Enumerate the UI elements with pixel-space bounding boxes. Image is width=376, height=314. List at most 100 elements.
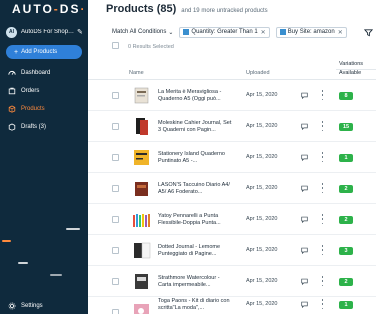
note-icon[interactable]: [301, 154, 308, 161]
product-thumbnail[interactable]: [131, 240, 152, 261]
sidebar-item-products[interactable]: Products: [0, 102, 88, 116]
uploaded-date: Apr 15, 2020: [246, 92, 278, 98]
autods-logo[interactable]: AUTO-DS·: [12, 2, 86, 16]
more-options-icon[interactable]: [321, 245, 324, 255]
filter-chip-buy-site[interactable]: Buy Site: amazon ✕: [275, 26, 347, 38]
column-name[interactable]: Name: [129, 70, 144, 76]
row-checkbox[interactable]: [112, 247, 119, 254]
close-icon[interactable]: ✕: [338, 29, 343, 36]
selected-count: 0 Results Selected: [128, 44, 174, 50]
sidebar: AUTO-DS· AI AutoDS For Shopif... ✎ + Add…: [0, 0, 88, 314]
product-title[interactable]: LASON'S Taccuino Diario A4/ A5/ A6 Foder…: [158, 182, 234, 196]
edit-store-icon[interactable]: ✎: [77, 28, 83, 36]
column-variations: Variations: [339, 61, 364, 67]
close-icon[interactable]: ✕: [261, 29, 266, 36]
product-thumbnail[interactable]: [131, 147, 152, 168]
row-checkbox[interactable]: [112, 154, 119, 161]
row-checkbox[interactable]: [112, 278, 119, 285]
sidebar-item-drafts[interactable]: Drafts (3): [0, 120, 88, 134]
more-options-icon[interactable]: [321, 276, 324, 286]
uploaded-date: Apr 15, 2020: [246, 247, 278, 253]
product-title[interactable]: Moleskine Cahier Journal, Set 3 Quaderni…: [158, 120, 234, 134]
more-options-icon[interactable]: [321, 152, 324, 162]
column-available[interactable]: Available: [339, 70, 361, 76]
available-badge: 2: [339, 185, 353, 193]
dashboard-icon: [8, 71, 16, 75]
product-thumbnail[interactable]: [131, 116, 152, 137]
note-icon[interactable]: [301, 123, 308, 130]
note-icon[interactable]: [301, 92, 308, 99]
more-options-icon[interactable]: [321, 214, 324, 224]
products-icon: [8, 105, 16, 113]
available-badge: 2: [339, 278, 353, 286]
more-options-icon[interactable]: [321, 90, 324, 100]
table-row[interactable]: Toga Paons - Kit di diario con scritta"L…: [88, 297, 376, 314]
product-thumbnail[interactable]: [131, 209, 152, 230]
note-icon[interactable]: [301, 278, 308, 285]
uploaded-date: Apr 15, 2020: [246, 278, 278, 284]
main-content: Products (85) and 19 more untracked prod…: [88, 0, 376, 314]
available-badge: 2: [339, 216, 353, 224]
more-options-icon[interactable]: [321, 183, 324, 193]
table-header: Name Uploaded Variations Available: [88, 60, 376, 80]
orders-icon: [8, 87, 16, 95]
note-icon[interactable]: [301, 216, 308, 223]
uploaded-date: Apr 15, 2020: [246, 154, 278, 160]
table-row[interactable]: Dotted Journal - Lemome Punteggiato di P…: [88, 235, 376, 266]
row-checkbox[interactable]: [112, 309, 119, 314]
sidebar-item-dashboard[interactable]: Dashboard: [0, 66, 88, 80]
match-conditions-dropdown[interactable]: Match All Conditions ⌄: [112, 29, 173, 36]
product-title[interactable]: Strathmore Watercolour - Carta impermeab…: [158, 275, 234, 289]
available-badge: 1: [339, 301, 353, 309]
store-name: AutoDS For Shopif...: [21, 29, 75, 35]
product-thumbnail[interactable]: [131, 271, 152, 292]
page-title: Products (85): [106, 3, 177, 15]
decorative-streak: [2, 240, 11, 242]
column-uploaded[interactable]: Uploaded: [246, 70, 270, 76]
untracked-link[interactable]: and 19 more untracked products: [181, 8, 267, 14]
note-icon[interactable]: [301, 247, 308, 254]
table-row[interactable]: Stationery Island Quaderno Puntinato A5 …: [88, 142, 376, 173]
row-checkbox[interactable]: [112, 185, 119, 192]
available-badge: 1: [339, 154, 353, 162]
table-row[interactable]: Yatoy Pennarelli a Punta Flessibile-Dopp…: [88, 204, 376, 235]
filter-chip-quantity[interactable]: Quantity: Greater Than 1 ✕: [179, 26, 270, 38]
checkbox-icon: [183, 29, 190, 35]
note-icon[interactable]: [301, 185, 308, 192]
decorative-streak: [50, 274, 62, 276]
decorative-streak: [66, 228, 80, 230]
table-row[interactable]: Moleskine Cahier Journal, Set 3 Quaderni…: [88, 111, 376, 142]
product-title[interactable]: Stationery Island Quaderno Puntinato A5 …: [158, 151, 234, 165]
add-products-button[interactable]: + Add Products: [6, 45, 82, 59]
select-all-checkbox[interactable]: [112, 42, 119, 49]
product-thumbnail[interactable]: [131, 85, 152, 106]
checkbox-icon: [279, 29, 286, 35]
product-title[interactable]: Toga Paons - Kit di diario con scritta"L…: [158, 298, 234, 312]
uploaded-date: Apr 15, 2020: [246, 216, 278, 222]
uploaded-date: Apr 15, 2020: [246, 123, 278, 129]
product-thumbnail[interactable]: [131, 178, 152, 199]
product-title[interactable]: Dotted Journal - Lemome Punteggiato di P…: [158, 244, 234, 258]
product-title[interactable]: Yatoy Pennarelli a Punta Flessibile-Dopp…: [158, 213, 234, 227]
uploaded-date: Apr 15, 2020: [246, 301, 278, 307]
more-options-icon[interactable]: [321, 121, 324, 131]
sidebar-item-settings[interactable]: Settings: [0, 299, 88, 313]
sidebar-item-orders[interactable]: Orders: [0, 84, 88, 98]
table-row[interactable]: LASON'S Taccuino Diario A4/ A5/ A6 Foder…: [88, 173, 376, 204]
row-checkbox[interactable]: [112, 92, 119, 99]
filter-bar: Match All Conditions ⌄ Quantity: Greater …: [112, 26, 376, 38]
table-row[interactable]: Strathmore Watercolour - Carta impermeab…: [88, 266, 376, 297]
uploaded-date: Apr 15, 2020: [246, 185, 278, 191]
table-row[interactable]: La Merita è Meravigliosa - Quaderno A5 (…: [88, 80, 376, 111]
note-icon[interactable]: [301, 301, 308, 308]
row-checkbox[interactable]: [112, 123, 119, 130]
drafts-icon: [8, 123, 16, 131]
chevron-down-icon: ⌄: [168, 29, 174, 36]
product-title[interactable]: La Merita è Meravigliosa - Quaderno A5 (…: [158, 89, 234, 103]
store-selector[interactable]: AI AutoDS For Shopif... ✎: [6, 25, 86, 39]
row-checkbox[interactable]: [112, 216, 119, 223]
more-options-icon[interactable]: [321, 299, 324, 309]
page-header: Products (85) and 19 more untracked prod…: [106, 3, 268, 15]
product-thumbnail[interactable]: [131, 302, 152, 314]
filter-icon[interactable]: [362, 26, 374, 38]
